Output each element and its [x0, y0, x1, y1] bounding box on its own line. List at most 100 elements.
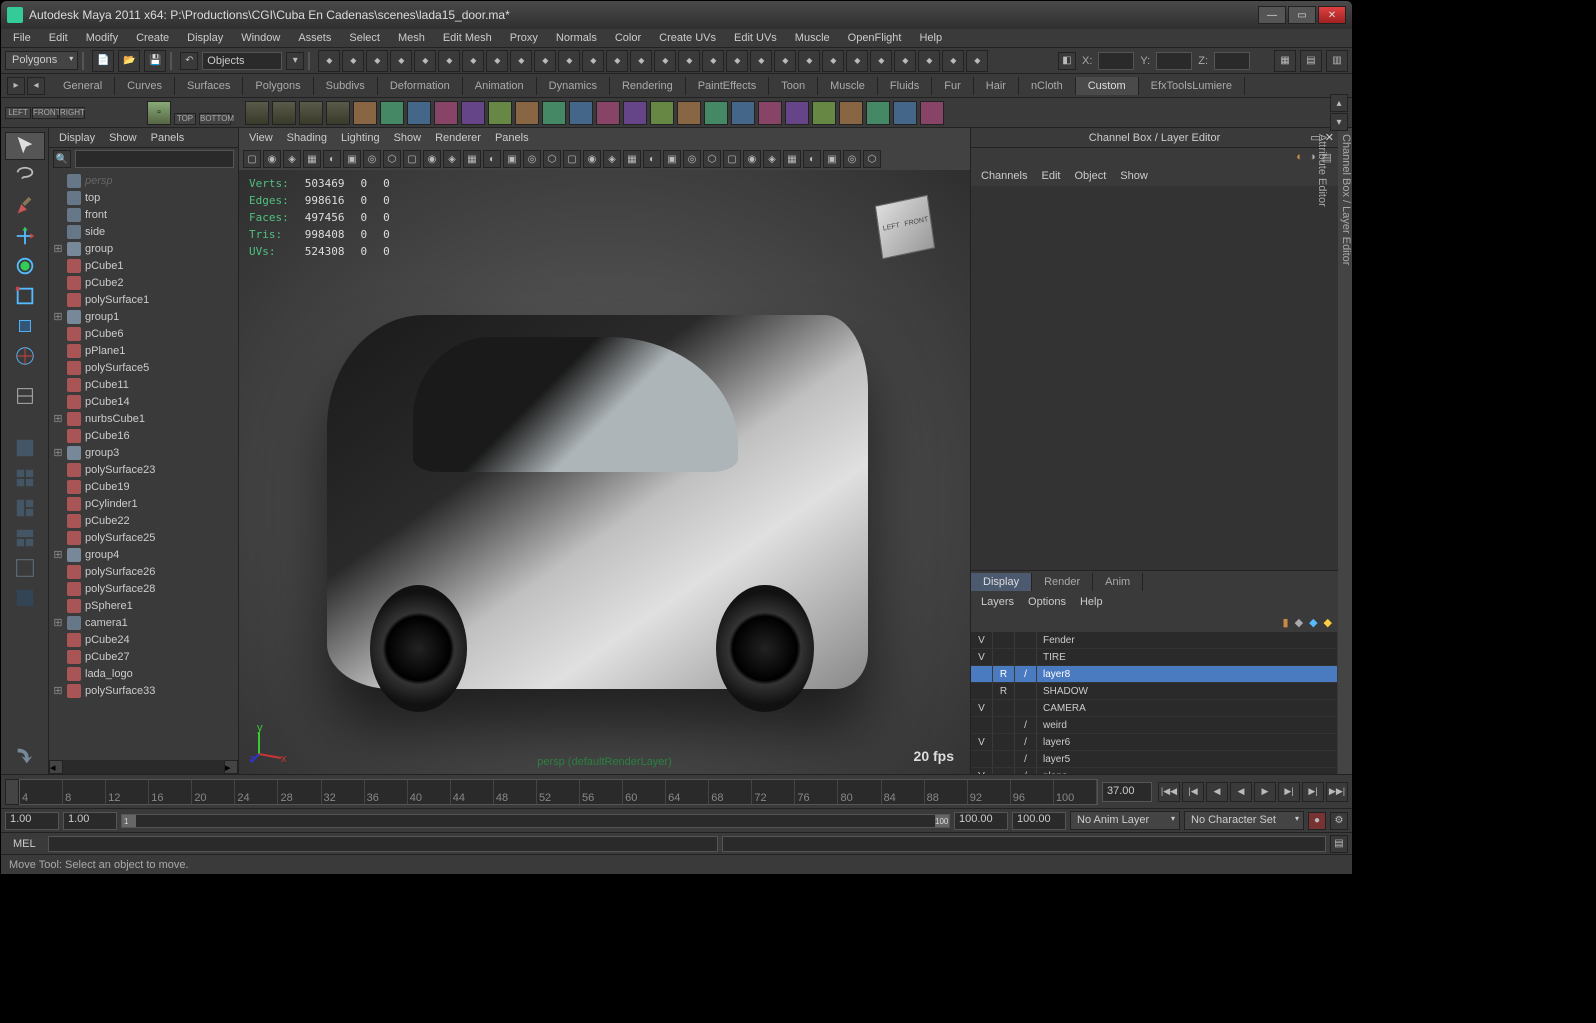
shelf-tab-surfaces[interactable]: Surfaces	[175, 77, 243, 95]
outliner-item[interactable]: pCube22	[49, 512, 238, 529]
snap-plane-icon[interactable]: ◆	[462, 50, 484, 72]
vp-tool-6-icon[interactable]: ◎	[363, 150, 381, 168]
scale-tool[interactable]	[5, 282, 45, 310]
close-button[interactable]: ✕	[1318, 6, 1346, 24]
layer-row[interactable]: /layer5	[971, 751, 1338, 768]
rotate-tool[interactable]	[5, 252, 45, 280]
minimize-button[interactable]: —	[1258, 6, 1286, 24]
expand-icon[interactable]: ⊞	[53, 310, 63, 323]
magnet-d-icon[interactable]: ◆	[774, 50, 796, 72]
shelf-des-icon[interactable]	[245, 101, 269, 125]
scroll-right-icon[interactable]: ▸	[224, 760, 238, 774]
paint-tool[interactable]	[5, 192, 45, 220]
snap-curve-icon[interactable]: ◆	[414, 50, 436, 72]
select-tool[interactable]	[5, 132, 45, 160]
vp-menu-shading[interactable]: Shading	[281, 130, 333, 146]
outliner-item[interactable]: pCube14	[49, 393, 238, 410]
vp-tool-9-icon[interactable]: ◉	[423, 150, 441, 168]
cam-b-icon[interactable]: ◆	[918, 50, 940, 72]
layer-c3-cell[interactable]: /	[1015, 717, 1037, 733]
vp-tool-1-icon[interactable]: ◉	[263, 150, 281, 168]
layer-vis-cell[interactable]	[971, 717, 993, 733]
move-tool[interactable]	[5, 222, 45, 250]
menu-muscle[interactable]: Muscle	[787, 30, 838, 46]
layer-row[interactable]: RSHADOW	[971, 683, 1338, 700]
outliner-item[interactable]: pCube2	[49, 274, 238, 291]
vp-menu-renderer[interactable]: Renderer	[429, 130, 487, 146]
range-end-in[interactable]: 100.00	[954, 812, 1008, 830]
menu-help[interactable]: Help	[911, 30, 950, 46]
shelf-tool-0-icon[interactable]	[353, 101, 377, 125]
anim-layer-dropdown[interactable]: No Anim Layer	[1070, 811, 1180, 830]
panel-dock-icon[interactable]: ▭	[1310, 131, 1320, 144]
menu-assets[interactable]: Assets	[290, 30, 339, 46]
vp-tool-25-icon[interactable]: ◉	[743, 150, 761, 168]
expand-icon[interactable]: ⊞	[53, 684, 63, 697]
expand-icon[interactable]: ⊞	[53, 412, 63, 425]
outliner-item[interactable]: polySurface1	[49, 291, 238, 308]
layout3-icon[interactable]: ▥	[1326, 50, 1348, 72]
outliner-item[interactable]: pCube1	[49, 257, 238, 274]
layout-b-icon[interactable]	[5, 524, 45, 552]
manip-tool[interactable]	[5, 312, 45, 340]
layer-c2-cell[interactable]	[993, 632, 1015, 648]
outliner-item[interactable]: pPlane1	[49, 342, 238, 359]
layer-c3-cell[interactable]: /	[1015, 666, 1037, 682]
range-start-out[interactable]: 1.00	[5, 812, 59, 830]
cam-a-icon[interactable]: ◆	[894, 50, 916, 72]
shelf-tool-9-icon[interactable]	[596, 101, 620, 125]
step-forward-key-button[interactable]: ▶|	[1302, 782, 1324, 802]
shelf-tab-fur[interactable]: Fur	[932, 77, 974, 95]
layers-menu-layers[interactable]: Layers	[975, 594, 1020, 610]
new-scene-icon[interactable]: 📄	[92, 50, 114, 72]
render-c-icon[interactable]: ◆	[606, 50, 628, 72]
outliner-item[interactable]: ⊞polySurface33	[49, 682, 238, 699]
vp-tool-4-icon[interactable]: ◐	[323, 150, 341, 168]
outliner-menu-display[interactable]: Display	[53, 130, 101, 146]
range-start-in[interactable]: 1.00	[63, 812, 117, 830]
render-b-icon[interactable]: ◆	[582, 50, 604, 72]
vp-tool-3-icon[interactable]: ▦	[303, 150, 321, 168]
shelf-left-button[interactable]: LEFT	[5, 107, 31, 119]
vp-tool-8-icon[interactable]: ▢	[403, 150, 421, 168]
play-b-icon[interactable]: ◆	[966, 50, 988, 72]
titlebar[interactable]: Autodesk Maya 2011 x64: P:\Productions\C…	[1, 1, 1352, 29]
shelf-tool-19-icon[interactable]	[866, 101, 890, 125]
shelf-tab-hair[interactable]: Hair	[974, 77, 1019, 95]
menu-color[interactable]: Color	[607, 30, 649, 46]
cb-menu-edit[interactable]: Edit	[1035, 168, 1066, 184]
layer-c2-cell[interactable]	[993, 734, 1015, 750]
vp-menu-view[interactable]: View	[243, 130, 279, 146]
shelf-top-button[interactable]: TOP	[174, 113, 196, 125]
outliner-item[interactable]: pSphere1	[49, 597, 238, 614]
timeline-toggle-icon[interactable]	[5, 779, 19, 805]
current-frame-field[interactable]: 37.00	[1102, 782, 1152, 802]
outliner-item[interactable]: top	[49, 189, 238, 206]
shelf-tool-17-icon[interactable]	[812, 101, 836, 125]
shelf-up-icon[interactable]: ▴	[1330, 94, 1348, 112]
shelf-tool-4-icon[interactable]	[461, 101, 485, 125]
vp-tool-23-icon[interactable]: ⬡	[703, 150, 721, 168]
layer-c2-cell[interactable]	[993, 751, 1015, 767]
shelf-his-icon[interactable]	[272, 101, 296, 125]
outliner-item[interactable]: polySurface26	[49, 563, 238, 580]
shelf-tab-muscle[interactable]: Muscle	[818, 77, 878, 95]
shelf-tool-14-icon[interactable]	[731, 101, 755, 125]
undo-icon[interactable]: ↶	[180, 52, 198, 70]
shelf-tool-3-icon[interactable]	[434, 101, 458, 125]
sel-hier-icon[interactable]: ◆	[318, 50, 340, 72]
layer-row[interactable]: VFender	[971, 632, 1338, 649]
range-end-out[interactable]: 100.00	[1012, 812, 1066, 830]
shelf-tab-painteffects[interactable]: PaintEffects	[686, 77, 770, 95]
layer-c3-cell[interactable]	[1015, 632, 1037, 648]
shelf-tab-ncloth[interactable]: nCloth	[1019, 77, 1076, 95]
vp-tool-12-icon[interactable]: ◐	[483, 150, 501, 168]
open-scene-icon[interactable]: 📂	[118, 50, 140, 72]
shelf-tab-custom[interactable]: Custom	[1076, 77, 1139, 95]
layer-c3-cell[interactable]: /	[1015, 751, 1037, 767]
last-tool[interactable]	[5, 382, 45, 410]
cmd-input[interactable]	[48, 836, 719, 852]
vp-tool-21-icon[interactable]: ▣	[663, 150, 681, 168]
shelf-tool-20-icon[interactable]	[893, 101, 917, 125]
shelf-tab-toon[interactable]: Toon	[769, 77, 818, 95]
